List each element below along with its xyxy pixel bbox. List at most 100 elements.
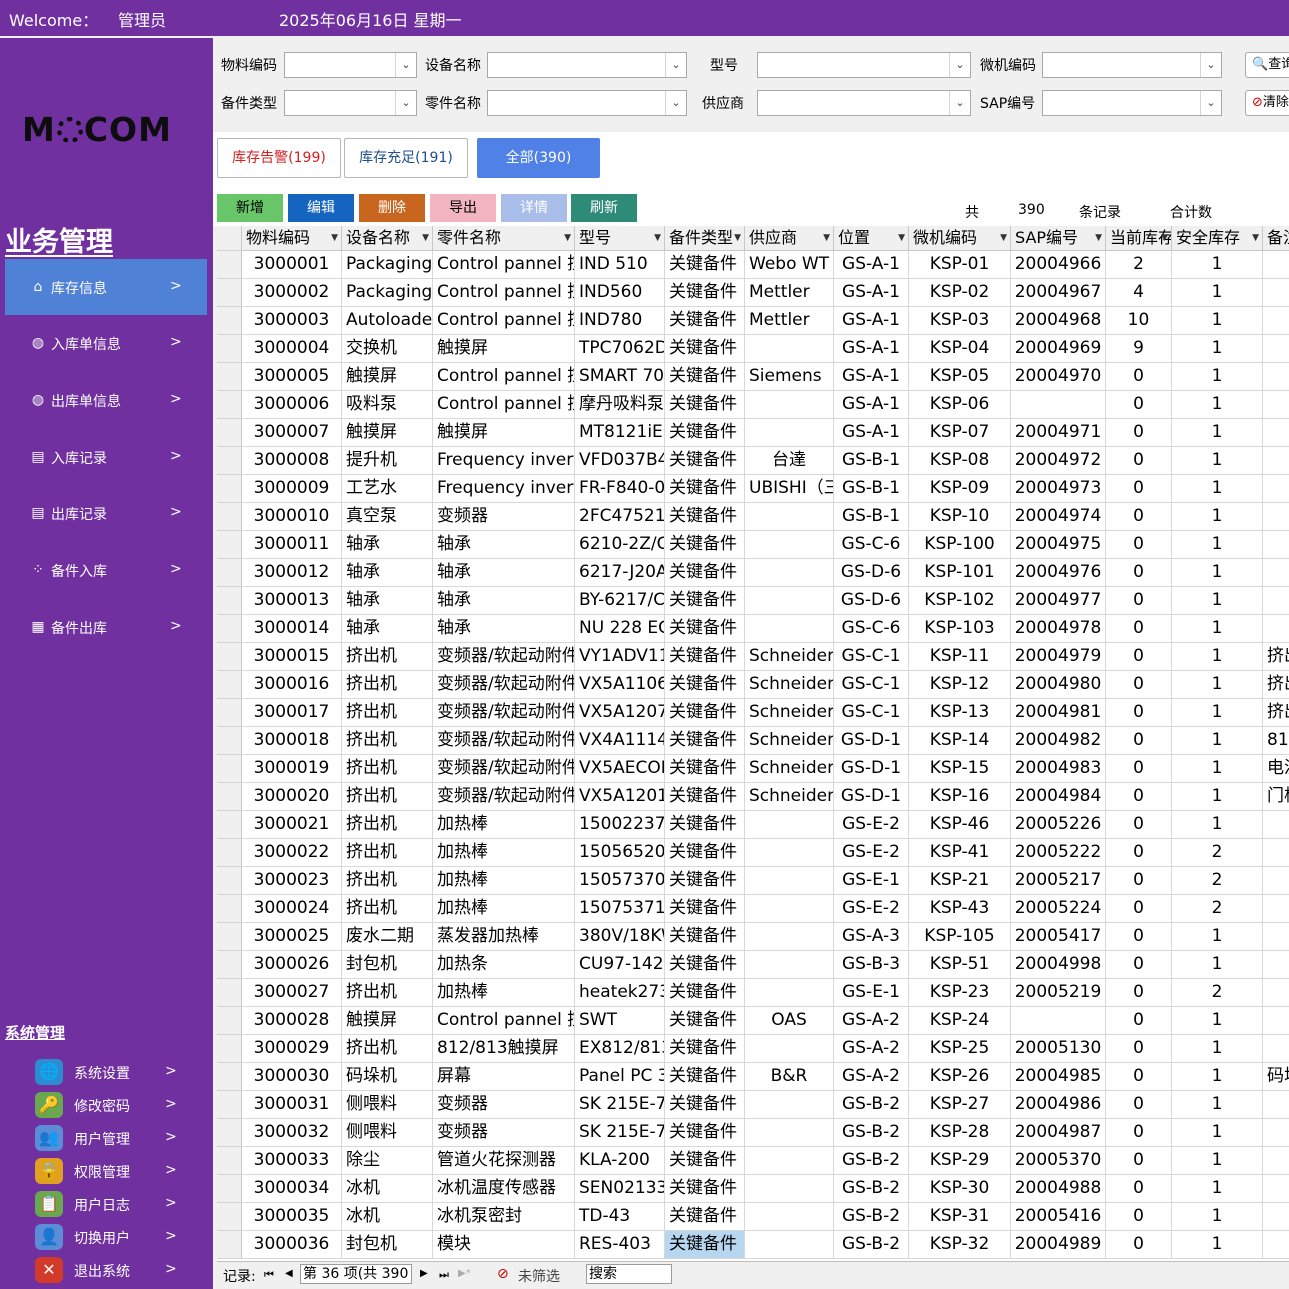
system-item-5[interactable]: 📋 用户日志 > bbox=[30, 1189, 210, 1219]
table-cell[interactable]: 3000031 bbox=[242, 1091, 342, 1119]
table-cell[interactable]: 关键备件 bbox=[665, 251, 745, 279]
table-cell[interactable]: 轴承 bbox=[342, 559, 433, 587]
device-name-combo[interactable]: ⌄ bbox=[487, 52, 687, 78]
table-cell[interactable]: 2FC4752195 bbox=[575, 503, 665, 531]
table-cell[interactable] bbox=[745, 1231, 834, 1259]
table-cell[interactable]: 0 bbox=[1106, 923, 1172, 951]
table-cell[interactable]: GS-B-2 bbox=[834, 1147, 909, 1175]
table-cell[interactable]: 加热棒 bbox=[433, 979, 575, 1007]
table-cell[interactable]: 1 bbox=[1172, 783, 1263, 811]
table-cell[interactable]: 20005370 bbox=[1011, 1147, 1106, 1175]
table-cell[interactable]: 1 bbox=[1172, 811, 1263, 839]
table-cell[interactable] bbox=[745, 867, 834, 895]
table-cell[interactable] bbox=[1263, 419, 1289, 447]
table-cell[interactable]: TD-43 bbox=[575, 1203, 665, 1231]
table-cell[interactable]: 3000007 bbox=[242, 419, 342, 447]
table-cell[interactable]: VX5AECOPT bbox=[575, 755, 665, 783]
model-combo[interactable]: ⌄ bbox=[757, 52, 971, 78]
table-cell[interactable]: GS-C-1 bbox=[834, 699, 909, 727]
table-cell[interactable]: 15002237-1 bbox=[575, 811, 665, 839]
table-cell[interactable]: 吸料泵 bbox=[342, 391, 433, 419]
table-cell[interactable]: 20004983 bbox=[1011, 755, 1106, 783]
table-cell[interactable]: KSP-03 bbox=[909, 307, 1011, 335]
table-cell[interactable]: GS-B-2 bbox=[834, 1119, 909, 1147]
select-all-corner[interactable] bbox=[217, 226, 242, 251]
table-cell[interactable]: KSP-09 bbox=[909, 475, 1011, 503]
table-cell[interactable]: 除尘 bbox=[342, 1147, 433, 1175]
row-selector[interactable] bbox=[217, 419, 242, 447]
row-selector[interactable] bbox=[217, 335, 242, 363]
row-selector[interactable] bbox=[217, 503, 242, 531]
table-cell[interactable]: 3000018 bbox=[242, 727, 342, 755]
table-cell[interactable]: 1 bbox=[1172, 699, 1263, 727]
table-cell[interactable]: KSP-43 bbox=[909, 895, 1011, 923]
table-cell[interactable]: 挤出机 bbox=[342, 895, 433, 923]
table-cell[interactable]: 0 bbox=[1106, 615, 1172, 643]
table-cell[interactable] bbox=[745, 1175, 834, 1203]
table-cell[interactable]: GS-A-1 bbox=[834, 391, 909, 419]
tab-stock-sufficient[interactable]: 库存充足(191) bbox=[344, 138, 468, 178]
row-selector[interactable] bbox=[217, 279, 242, 307]
table-cell[interactable]: 20004974 bbox=[1011, 503, 1106, 531]
system-item-4[interactable]: 🔒 权限管理 > bbox=[30, 1156, 210, 1186]
table-cell[interactable]: 关键备件 bbox=[665, 783, 745, 811]
chevron-down-icon[interactable]: ⌄ bbox=[1200, 91, 1221, 115]
table-cell[interactable]: 挤出机 bbox=[342, 643, 433, 671]
row-selector[interactable] bbox=[217, 363, 242, 391]
table-cell[interactable]: 模块 bbox=[433, 1231, 575, 1259]
table-cell[interactable]: 触摸屏 bbox=[342, 1007, 433, 1035]
record-position-field[interactable]: 第 36 项(共 390 项) bbox=[300, 1264, 412, 1284]
column-header-8[interactable]: 微机编码 ▼ bbox=[909, 226, 1011, 251]
table-cell[interactable] bbox=[1263, 1035, 1289, 1063]
sidebar-item-2[interactable]: ◍ 入库单信息 > bbox=[5, 315, 207, 371]
table-cell[interactable]: SK 215E-75 bbox=[575, 1119, 665, 1147]
table-cell[interactable]: 关键备件 bbox=[665, 391, 745, 419]
table-cell[interactable]: 20004985 bbox=[1011, 1063, 1106, 1091]
table-cell[interactable]: GS-C-1 bbox=[834, 671, 909, 699]
sort-arrow-icon[interactable]: ▼ bbox=[898, 226, 905, 250]
row-selector[interactable] bbox=[217, 1231, 242, 1259]
table-cell[interactable]: 20004969 bbox=[1011, 335, 1106, 363]
clear-button[interactable]: ⊘清除 bbox=[1245, 90, 1289, 116]
table-cell[interactable]: 加热棒 bbox=[433, 839, 575, 867]
row-selector[interactable] bbox=[217, 783, 242, 811]
row-selector[interactable] bbox=[217, 531, 242, 559]
table-cell[interactable] bbox=[1263, 475, 1289, 503]
chevron-down-icon[interactable]: ⌄ bbox=[949, 53, 970, 77]
table-cell[interactable] bbox=[1263, 587, 1289, 615]
table-cell[interactable]: NU 228 ECM bbox=[575, 615, 665, 643]
column-header-7[interactable]: 位置 ▼ bbox=[834, 226, 909, 251]
table-cell[interactable]: 蒸发器加热棒 bbox=[433, 923, 575, 951]
row-selector[interactable] bbox=[217, 979, 242, 1007]
table-cell[interactable]: 0 bbox=[1106, 503, 1172, 531]
table-cell[interactable]: 封包机 bbox=[342, 1231, 433, 1259]
table-cell[interactable]: 关键备件 bbox=[665, 671, 745, 699]
table-cell[interactable]: 交换机 bbox=[342, 335, 433, 363]
table-cell[interactable]: 摩丹吸料泵 bbox=[575, 391, 665, 419]
table-cell[interactable]: 20005217 bbox=[1011, 867, 1106, 895]
table-cell[interactable]: 0 bbox=[1106, 643, 1172, 671]
table-cell[interactable]: 380V/18KW bbox=[575, 923, 665, 951]
chevron-down-icon[interactable]: ⌄ bbox=[949, 91, 970, 115]
table-cell[interactable]: 0 bbox=[1106, 1119, 1172, 1147]
table-cell[interactable]: 门板 bbox=[1263, 783, 1289, 811]
table-cell[interactable]: 触摸屏 bbox=[433, 335, 575, 363]
table-cell[interactable] bbox=[1263, 559, 1289, 587]
table-cell[interactable]: KSP-51 bbox=[909, 951, 1011, 979]
material-code-combo[interactable]: ⌄ bbox=[284, 52, 417, 78]
table-cell[interactable]: 20005130 bbox=[1011, 1035, 1106, 1063]
table-cell[interactable]: KSP-02 bbox=[909, 279, 1011, 307]
table-cell[interactable] bbox=[745, 559, 834, 587]
sort-arrow-icon[interactable]: ▼ bbox=[1095, 226, 1102, 250]
table-cell[interactable]: VX5A1201 bbox=[575, 783, 665, 811]
column-header-11[interactable]: 安全库存 ▼ bbox=[1172, 226, 1263, 251]
row-selector[interactable] bbox=[217, 839, 242, 867]
table-cell[interactable]: 关键备件 bbox=[665, 1175, 745, 1203]
column-header-12[interactable]: 备注 bbox=[1263, 226, 1289, 251]
table-cell[interactable] bbox=[745, 391, 834, 419]
table-cell[interactable]: Packaging bbox=[342, 279, 433, 307]
table-cell[interactable] bbox=[1263, 615, 1289, 643]
table-cell[interactable]: 1 bbox=[1172, 1007, 1263, 1035]
table-cell[interactable]: 0 bbox=[1106, 1203, 1172, 1231]
table-cell[interactable] bbox=[1263, 1203, 1289, 1231]
